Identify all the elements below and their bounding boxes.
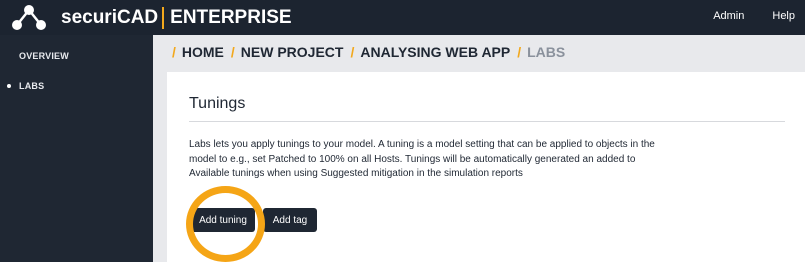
add-tag-button[interactable]: Add tag: [263, 208, 317, 232]
title-divider: [189, 121, 785, 122]
description-line: Labs lets you apply tunings to your mode…: [189, 139, 655, 150]
breadcrumb-labs: LABS: [527, 44, 566, 60]
brand-separator: [162, 7, 165, 29]
description-line: model to e.g., set Patched to 100% on al…: [189, 153, 636, 165]
sidebar-item-overview[interactable]: OVERVIEW: [0, 46, 153, 66]
brand-logo[interactable]: securiCAD ENTERPRISE: [61, 7, 292, 29]
sidebar-item-label: LABS: [19, 81, 45, 91]
breadcrumb-separator: /: [517, 44, 522, 60]
breadcrumb-separator: /: [172, 44, 176, 60]
breadcrumb-home[interactable]: HOME: [182, 44, 224, 60]
top-nav-links: Admin Help: [713, 10, 795, 22]
add-tuning-button[interactable]: Add tuning: [191, 208, 255, 232]
breadcrumb-new-project[interactable]: NEW PROJECT: [241, 44, 344, 60]
sidebar-item-label: OVERVIEW: [19, 51, 69, 61]
active-indicator-dot: [7, 84, 11, 88]
breadcrumb: / HOME / NEW PROJECT / ANALYSING WEB APP…: [172, 44, 572, 60]
tunings-panel: Tunings Labs lets you apply tunings to y…: [167, 72, 805, 262]
top-navbar: securiCAD ENTERPRISE Admin Help: [0, 0, 805, 35]
molecule-icon[interactable]: [10, 4, 48, 31]
brand-name: securiCAD: [61, 7, 159, 28]
breadcrumb-separator: /: [230, 44, 235, 60]
sidebar: OVERVIEW LABS: [0, 35, 153, 262]
page-title: Tunings: [189, 95, 246, 112]
brand-edition: ENTERPRISE: [170, 7, 292, 28]
breadcrumb-separator: /: [350, 44, 355, 60]
breadcrumb-analysing-web-app[interactable]: ANALYSING WEB APP: [360, 44, 510, 60]
help-link[interactable]: Help: [772, 10, 795, 22]
admin-link[interactable]: Admin: [713, 10, 744, 22]
sidebar-item-labs[interactable]: LABS: [0, 76, 153, 96]
tunings-description: Labs lets you apply tunings to your mode…: [189, 138, 709, 182]
description-line: Available tunings when using Suggested m…: [189, 168, 523, 179]
